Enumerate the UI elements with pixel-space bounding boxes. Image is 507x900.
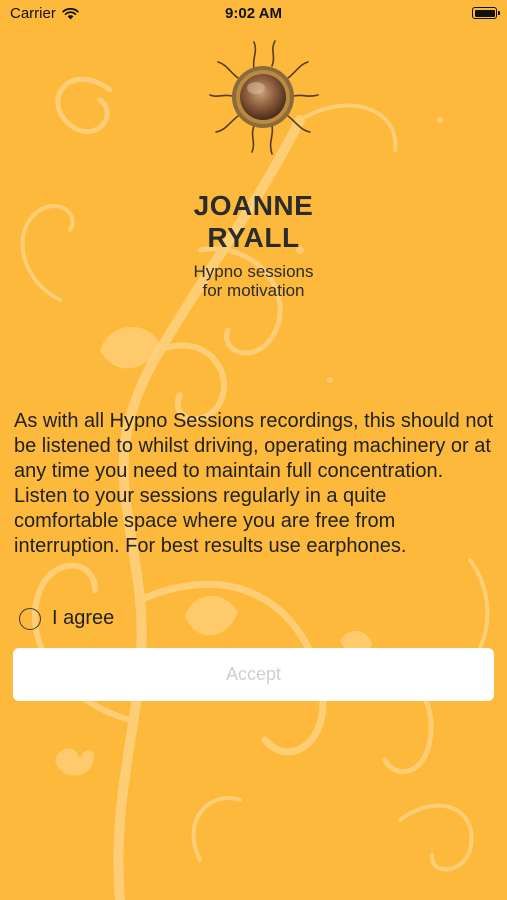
battery-icon [472,7,500,19]
brand-name-line1: JOANNE [193,190,314,221]
sun-icon [209,40,319,155]
agree-radio-button[interactable] [19,607,41,630]
status-time: 9:02 AM [225,5,282,22]
status-bar: Carrier 9:02 AM [0,0,507,28]
tagline-line2: for motivation [202,281,305,300]
brand-tagline: Hypno sessions for motivation [0,262,507,300]
disclaimer-text: As with all Hypno Sessions recordings, t… [14,410,494,557]
tagline-line1: Hypno sessions [193,262,314,281]
brand-name: JOANNE RYALL [0,190,507,254]
agree-label: I agree [52,607,115,629]
brand-name-line2: RYALL [207,222,300,253]
accept-button[interactable]: Accept [13,648,494,701]
agree-checkbox-row[interactable]: I agree [19,607,114,630]
